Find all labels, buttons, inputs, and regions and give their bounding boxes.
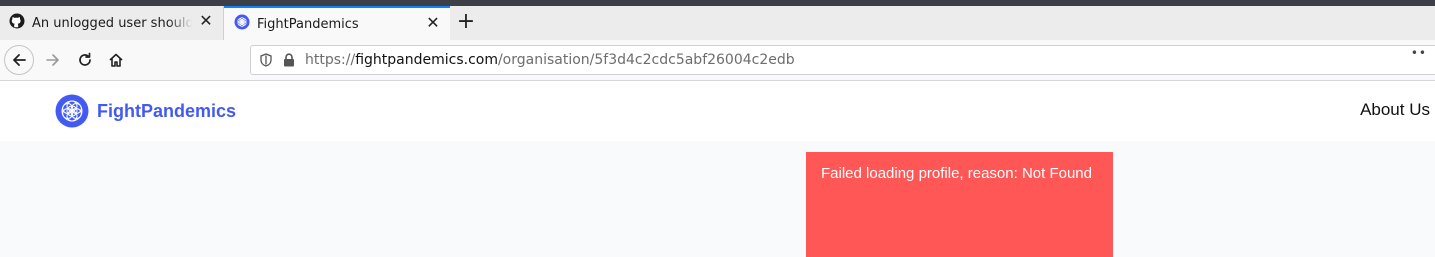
forward-button[interactable]: [38, 45, 68, 75]
error-alert: Failed loading profile, reason: Not Foun…: [806, 152, 1113, 257]
tab-fightpandemics[interactable]: FightPandemics ✕: [224, 6, 450, 40]
main-content: Failed loading profile, reason: Not Foun…: [0, 141, 1435, 257]
arrow-left-icon: [13, 54, 26, 66]
url-text: https://fightpandemics.com/organisation/…: [305, 52, 795, 68]
app-header: FightPandemics About Us: [0, 81, 1435, 141]
tab-github-issue[interactable]: An unlogged user should be able to see o…: [0, 6, 224, 40]
url-domain: fightpandemics.com: [355, 52, 498, 68]
plus-icon[interactable]: +: [455, 11, 477, 34]
fightpandemics-logo-icon: [55, 94, 89, 128]
nav-about-us-link[interactable]: About Us: [1360, 100, 1430, 120]
brand-name: FightPandemics: [97, 100, 237, 121]
reload-button[interactable]: [70, 45, 100, 75]
url-scheme: https://: [305, 52, 356, 68]
back-button[interactable]: [4, 45, 34, 75]
url-bar[interactable]: https://fightpandemics.com/organisation/…: [250, 45, 1435, 75]
fightpandemics-icon: [234, 14, 250, 34]
brand-logo-link[interactable]: FightPandemics: [55, 94, 236, 128]
lock-icon[interactable]: [283, 53, 295, 67]
reload-icon: [79, 52, 91, 66]
arrow-right-icon: [46, 54, 59, 66]
github-icon: [9, 13, 25, 33]
navigation-toolbar: https://fightpandemics.com/organisation/…: [0, 40, 1435, 81]
url-path: /organisation/5f3d4c2cdc5abf26004c2edb: [497, 52, 795, 68]
tab-bar: An unlogged user should be able to see o…: [0, 6, 1435, 40]
error-message: Failed loading profile, reason: Not Foun…: [821, 165, 1092, 182]
ellipsis-icon[interactable]: ••: [1411, 46, 1427, 60]
home-icon: [109, 53, 123, 67]
close-icon[interactable]: ✕: [198, 13, 214, 29]
tab-title: FightPandemics: [257, 16, 359, 32]
home-button[interactable]: [101, 45, 131, 75]
close-icon[interactable]: ✕: [425, 15, 441, 31]
shield-icon[interactable]: [259, 53, 273, 67]
tab-title: An unlogged user should be able to see o…: [32, 15, 192, 31]
